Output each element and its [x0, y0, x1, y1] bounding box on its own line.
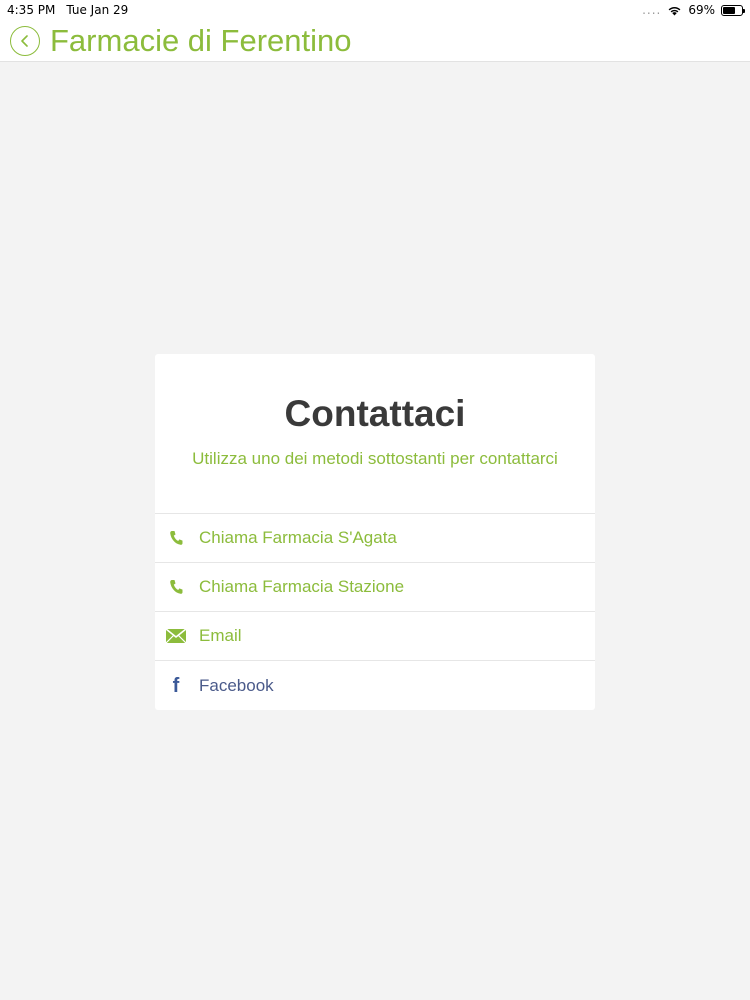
facebook-label: Facebook [199, 675, 274, 695]
status-left: 4:35 PM Tue Jan 29 [7, 3, 128, 17]
battery-icon [721, 4, 745, 16]
chevron-left-icon [21, 34, 28, 47]
call-stazione-label: Chiama Farmacia Stazione [199, 577, 405, 596]
signal-icon: .... [642, 3, 662, 17]
wifi-icon [668, 6, 681, 15]
call-stazione-button[interactable]: Chiama Farmacia Stazione [155, 563, 595, 612]
phone-icon [165, 577, 187, 597]
facebook-button[interactable]: f Facebook [155, 661, 595, 710]
status-bar: 4:35 PM Tue Jan 29 .... 69% [0, 0, 750, 20]
back-button[interactable] [10, 25, 40, 56]
page-title: Farmacie di Ferentino [50, 23, 352, 58]
call-sagata-label: Chiama Farmacia S'Agata [199, 528, 397, 547]
battery-percent: 69% [688, 3, 715, 17]
status-date: Tue Jan 29 [66, 3, 129, 17]
email-label: Email [199, 626, 242, 645]
envelope-icon [165, 626, 187, 646]
status-time: 4:35 PM [7, 3, 56, 17]
card-subtitle: Utilizza uno dei metodi sottostanti per … [192, 448, 558, 468]
facebook-glyph: f [172, 674, 180, 697]
facebook-icon: f [165, 676, 187, 696]
call-sagata-button[interactable]: Chiama Farmacia S'Agata [155, 514, 595, 563]
email-button[interactable]: Email [155, 612, 595, 661]
card-header: Contattaci Utilizza uno dei metodi sotto… [155, 354, 595, 514]
battery-fill [723, 6, 736, 14]
phone-icon [165, 528, 187, 548]
contact-card: Contattaci Utilizza uno dei metodi sotto… [155, 354, 595, 710]
nav-bar: Farmacie di Ferentino [0, 20, 750, 62]
card-title: Contattaci [284, 393, 466, 434]
status-right: .... 69% [642, 3, 745, 17]
